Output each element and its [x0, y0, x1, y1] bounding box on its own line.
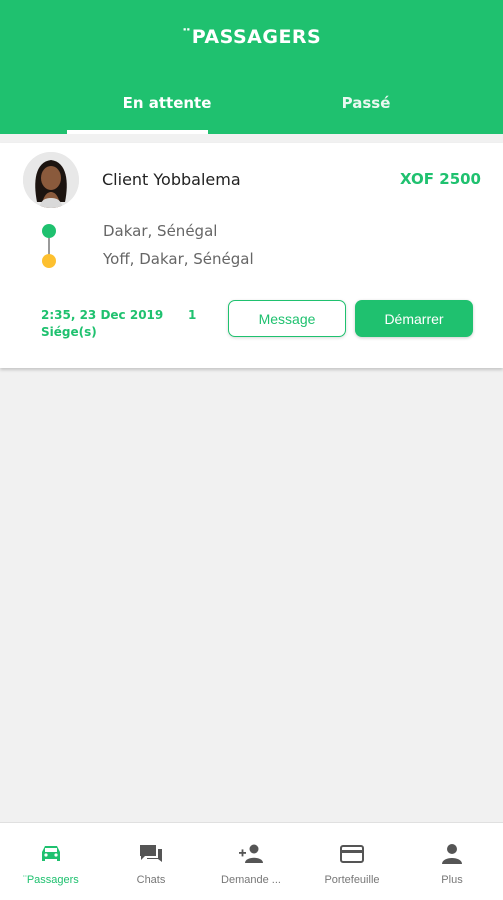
- ride-datetime: 2:35, 23 Dec 2019: [41, 308, 164, 322]
- pickup-address: Dakar, Sénégal: [103, 222, 218, 240]
- nav-item-portefeuille[interactable]: Portefeuille: [302, 823, 402, 900]
- tab-en-attente[interactable]: En attente: [67, 91, 267, 134]
- seat-count: 1: [188, 308, 197, 322]
- card-icon: [340, 845, 364, 863]
- dropoff-address: Yoff, Dakar, Sénégal: [103, 250, 254, 268]
- active-tab-indicator: [67, 130, 208, 134]
- nav-label-passagers: ¨Passagers: [23, 874, 79, 886]
- nav-label-portefeuille: Portefeuille: [324, 874, 380, 886]
- nav-item-passagers[interactable]: ¨Passagers: [1, 823, 101, 900]
- page-title: ¨PASSAGERS: [181, 26, 322, 48]
- client-avatar: [23, 152, 79, 208]
- nav-item-chats[interactable]: Chats: [101, 823, 201, 900]
- ride-price: XOF 2500: [400, 170, 481, 188]
- nav-label-chats: Chats: [136, 874, 166, 886]
- chat-icon: [140, 845, 162, 862]
- pickup-dot-icon: [42, 224, 56, 238]
- start-ride-button[interactable]: Démarrer: [355, 300, 473, 337]
- bottom-navigation: ¨Passagers Chats Demande ... Portefeuill…: [0, 822, 503, 900]
- seat-label: Siége(s): [41, 325, 97, 339]
- nav-label-demande: Demande ...: [221, 874, 281, 886]
- client-name: Client Yobbalema: [102, 170, 241, 189]
- dropoff-dot-icon: [42, 254, 56, 268]
- top-app-bar: ¨PASSAGERS En attente Passé: [0, 0, 503, 134]
- car-icon: [42, 846, 60, 861]
- nav-item-plus[interactable]: Plus: [402, 823, 502, 900]
- add-person-icon: [239, 844, 263, 863]
- message-button[interactable]: Message: [228, 300, 346, 337]
- tab-passe[interactable]: Passé: [266, 91, 466, 134]
- nav-item-demande[interactable]: Demande ...: [201, 823, 301, 900]
- nav-label-plus: Plus: [441, 874, 463, 886]
- person-icon: [442, 844, 462, 864]
